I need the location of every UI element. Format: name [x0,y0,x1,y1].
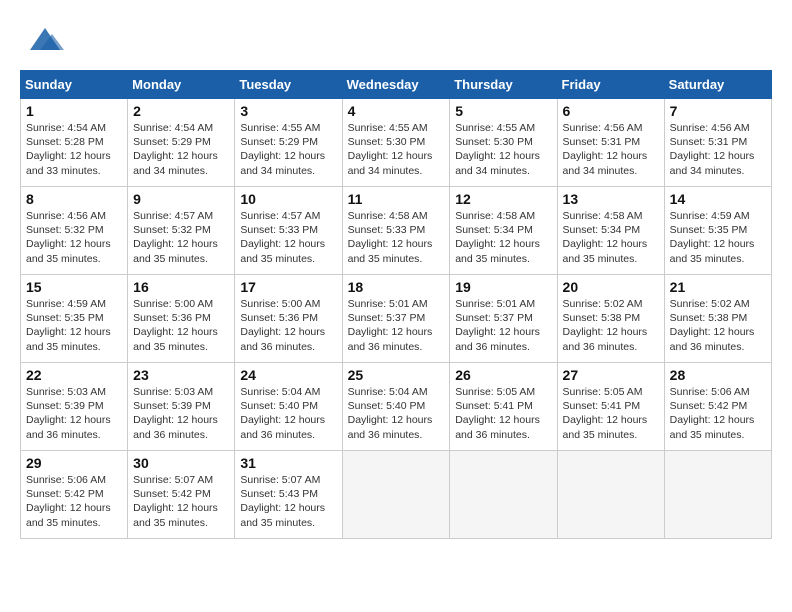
calendar-day-1: 1Sunrise: 4:54 AMSunset: 5:28 PMDaylight… [21,99,128,187]
page-header [20,20,772,60]
calendar-day-28: 28Sunrise: 5:06 AMSunset: 5:42 PMDayligh… [664,363,771,451]
calendar-day-30: 30Sunrise: 5:07 AMSunset: 5:42 PMDayligh… [128,451,235,539]
calendar-week-5: 29Sunrise: 5:06 AMSunset: 5:42 PMDayligh… [21,451,772,539]
calendar-day-7: 7Sunrise: 4:56 AMSunset: 5:31 PMDaylight… [664,99,771,187]
calendar-day-empty [557,451,664,539]
calendar-day-22: 22Sunrise: 5:03 AMSunset: 5:39 PMDayligh… [21,363,128,451]
calendar-day-17: 17Sunrise: 5:00 AMSunset: 5:36 PMDayligh… [235,275,342,363]
weekday-header-friday: Friday [557,71,664,99]
calendar-day-12: 12Sunrise: 4:58 AMSunset: 5:34 PMDayligh… [450,187,557,275]
weekday-header-thursday: Thursday [450,71,557,99]
calendar-week-3: 15Sunrise: 4:59 AMSunset: 5:35 PMDayligh… [21,275,772,363]
calendar-day-10: 10Sunrise: 4:57 AMSunset: 5:33 PMDayligh… [235,187,342,275]
calendar-week-1: 1Sunrise: 4:54 AMSunset: 5:28 PMDaylight… [21,99,772,187]
calendar-week-2: 8Sunrise: 4:56 AMSunset: 5:32 PMDaylight… [21,187,772,275]
calendar-day-empty [664,451,771,539]
calendar-day-5: 5Sunrise: 4:55 AMSunset: 5:30 PMDaylight… [450,99,557,187]
calendar-day-14: 14Sunrise: 4:59 AMSunset: 5:35 PMDayligh… [664,187,771,275]
calendar-day-3: 3Sunrise: 4:55 AMSunset: 5:29 PMDaylight… [235,99,342,187]
calendar-day-16: 16Sunrise: 5:00 AMSunset: 5:36 PMDayligh… [128,275,235,363]
calendar-day-31: 31Sunrise: 5:07 AMSunset: 5:43 PMDayligh… [235,451,342,539]
calendar-day-8: 8Sunrise: 4:56 AMSunset: 5:32 PMDaylight… [21,187,128,275]
calendar-day-26: 26Sunrise: 5:05 AMSunset: 5:41 PMDayligh… [450,363,557,451]
calendar-day-29: 29Sunrise: 5:06 AMSunset: 5:42 PMDayligh… [21,451,128,539]
calendar-day-empty [450,451,557,539]
calendar-day-15: 15Sunrise: 4:59 AMSunset: 5:35 PMDayligh… [21,275,128,363]
calendar-day-2: 2Sunrise: 4:54 AMSunset: 5:29 PMDaylight… [128,99,235,187]
calendar-table: SundayMondayTuesdayWednesdayThursdayFrid… [20,70,772,539]
calendar-day-18: 18Sunrise: 5:01 AMSunset: 5:37 PMDayligh… [342,275,450,363]
weekday-header-wednesday: Wednesday [342,71,450,99]
calendar-day-11: 11Sunrise: 4:58 AMSunset: 5:33 PMDayligh… [342,187,450,275]
weekday-header-sunday: Sunday [21,71,128,99]
calendar-day-19: 19Sunrise: 5:01 AMSunset: 5:37 PMDayligh… [450,275,557,363]
weekday-header-tuesday: Tuesday [235,71,342,99]
calendar-day-20: 20Sunrise: 5:02 AMSunset: 5:38 PMDayligh… [557,275,664,363]
weekday-header-row: SundayMondayTuesdayWednesdayThursdayFrid… [21,71,772,99]
calendar-day-6: 6Sunrise: 4:56 AMSunset: 5:31 PMDaylight… [557,99,664,187]
calendar-day-4: 4Sunrise: 4:55 AMSunset: 5:30 PMDaylight… [342,99,450,187]
weekday-header-monday: Monday [128,71,235,99]
calendar-day-25: 25Sunrise: 5:04 AMSunset: 5:40 PMDayligh… [342,363,450,451]
calendar-day-13: 13Sunrise: 4:58 AMSunset: 5:34 PMDayligh… [557,187,664,275]
calendar-day-23: 23Sunrise: 5:03 AMSunset: 5:39 PMDayligh… [128,363,235,451]
calendar-day-27: 27Sunrise: 5:05 AMSunset: 5:41 PMDayligh… [557,363,664,451]
calendar-week-4: 22Sunrise: 5:03 AMSunset: 5:39 PMDayligh… [21,363,772,451]
logo-icon [20,20,70,60]
logo [20,20,74,60]
calendar-day-21: 21Sunrise: 5:02 AMSunset: 5:38 PMDayligh… [664,275,771,363]
calendar-day-24: 24Sunrise: 5:04 AMSunset: 5:40 PMDayligh… [235,363,342,451]
calendar-day-empty [342,451,450,539]
weekday-header-saturday: Saturday [664,71,771,99]
calendar-day-9: 9Sunrise: 4:57 AMSunset: 5:32 PMDaylight… [128,187,235,275]
